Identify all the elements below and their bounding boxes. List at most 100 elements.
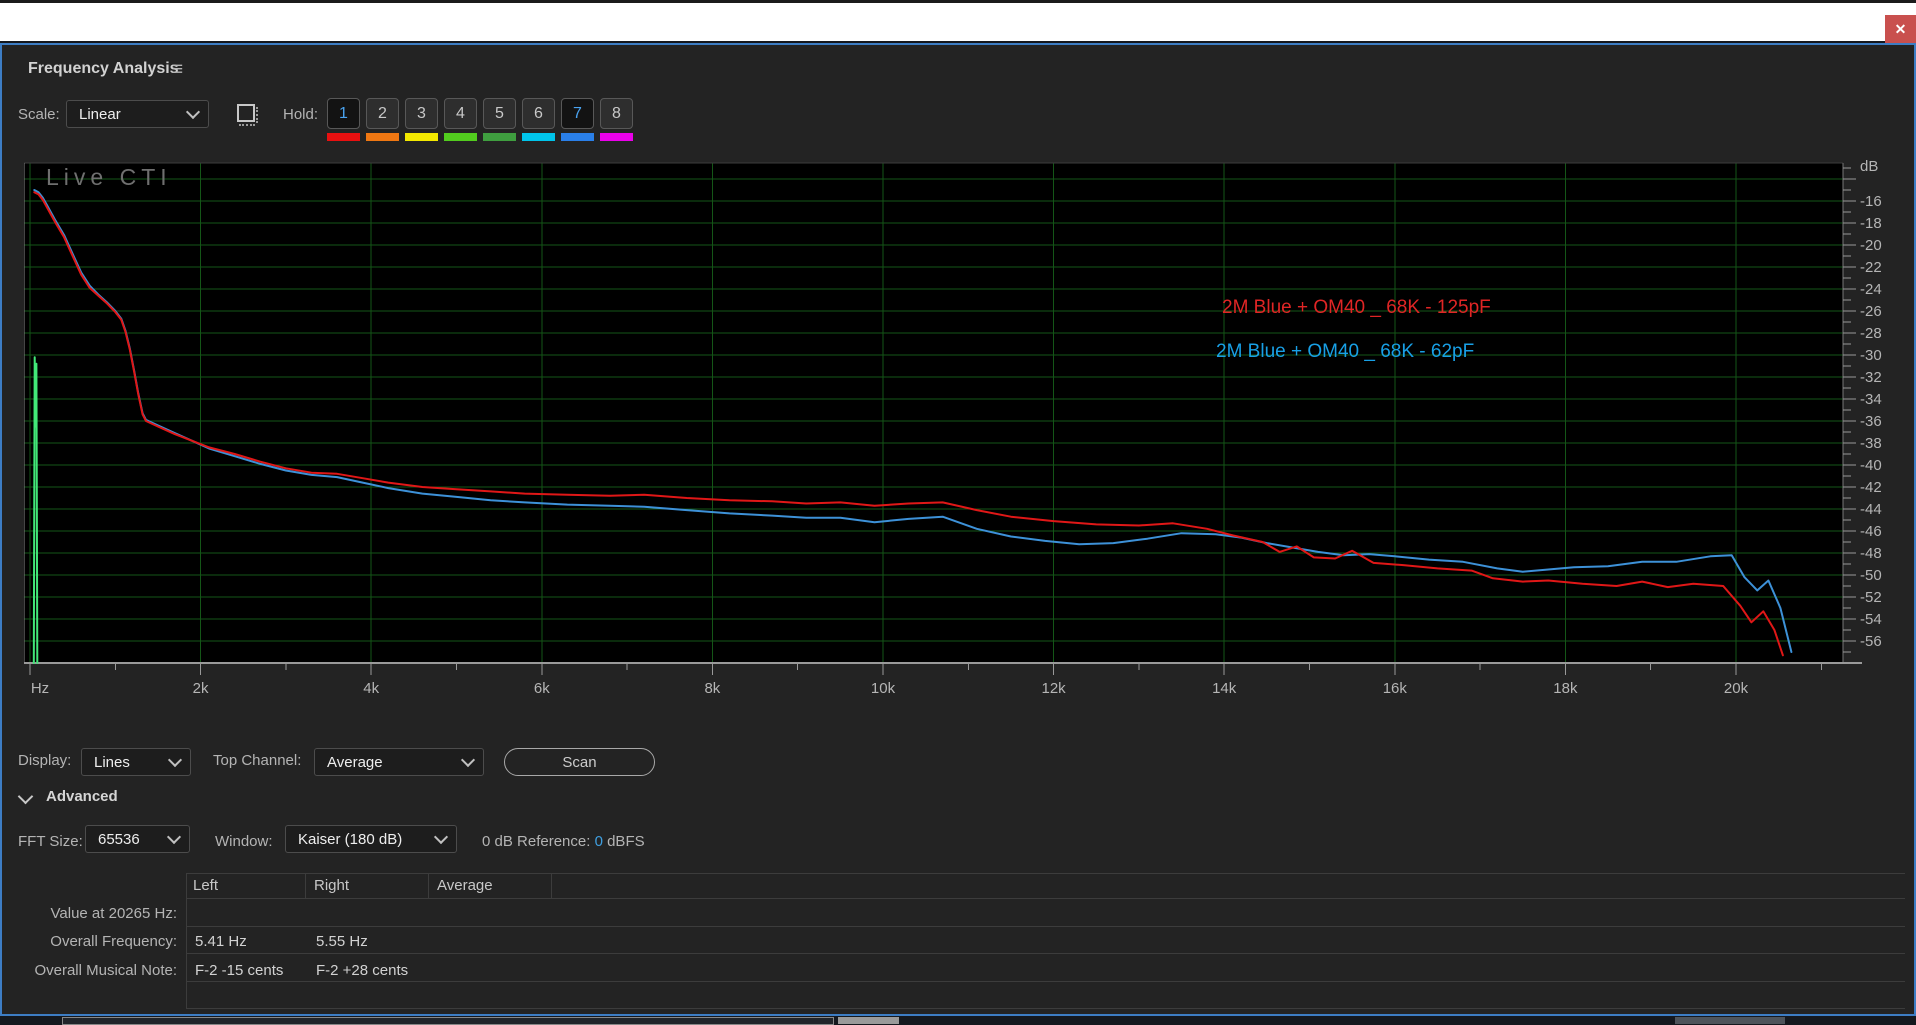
- advanced-section-toggle[interactable]: Advanced: [46, 788, 118, 805]
- y-tick-label: -24: [1860, 281, 1882, 298]
- y-tick-label: -42: [1860, 479, 1882, 496]
- x-tick-label: Hz: [31, 680, 49, 697]
- y-tick-label: -16: [1860, 193, 1882, 210]
- x-tick-label: 8k: [704, 680, 720, 697]
- hold-button-2[interactable]: 2: [366, 98, 399, 129]
- hold-button-7[interactable]: 7: [561, 98, 594, 129]
- table-header-left: Left: [193, 877, 218, 894]
- table-divider: [186, 873, 1905, 874]
- hold-color-strip-6: [522, 133, 555, 141]
- x-tick-label: 20k: [1724, 680, 1749, 697]
- y-tick-label: -50: [1860, 567, 1882, 584]
- table-cell-left: 5.41 Hz: [195, 933, 247, 950]
- chevron-down-icon: [461, 753, 475, 767]
- table-divider: [186, 926, 1905, 927]
- hold-button-6[interactable]: 6: [522, 98, 555, 129]
- scrollbar-segment[interactable]: [838, 1017, 899, 1024]
- scan-button[interactable]: Scan: [504, 748, 655, 776]
- hold-color-strip-2: [366, 133, 399, 141]
- table-divider: [186, 873, 187, 1008]
- y-tick-label: -38: [1860, 435, 1882, 452]
- window-dropdown[interactable]: Kaiser (180 dB): [285, 825, 457, 853]
- hold-slot-4: 4: [444, 98, 477, 141]
- x-tick-label: 6k: [534, 680, 550, 697]
- hold-button-4[interactable]: 4: [444, 98, 477, 129]
- y-tick-label: -44: [1860, 501, 1882, 518]
- x-tick-label: 4k: [363, 680, 379, 697]
- y-tick-label: -28: [1860, 325, 1882, 342]
- y-tick-label: -20: [1860, 237, 1882, 254]
- y-tick-label: -56: [1860, 633, 1882, 650]
- reference-unit: dBFS: [607, 833, 645, 850]
- hold-button-8[interactable]: 8: [600, 98, 633, 129]
- scale-dropdown[interactable]: Linear: [66, 100, 209, 128]
- y-tick-label: -32: [1860, 369, 1882, 386]
- x-tick-label: 14k: [1212, 680, 1237, 697]
- table-divider: [428, 873, 429, 898]
- hold-color-strip-4: [444, 133, 477, 141]
- fft-size-value: 65536: [98, 831, 140, 848]
- y-tick-label: -18: [1860, 215, 1882, 232]
- snapshot-dots-icon: [256, 107, 258, 123]
- horizontal-scrollbar[interactable]: [62, 1017, 834, 1025]
- hold-button-5[interactable]: 5: [483, 98, 516, 129]
- hold-slot-5: 5: [483, 98, 516, 141]
- hold-slot-2: 2: [366, 98, 399, 141]
- hold-button-3[interactable]: 3: [405, 98, 438, 129]
- y-tick-label: -54: [1860, 611, 1882, 628]
- hold-color-strip-8: [600, 133, 633, 141]
- panel-title: Frequency Analysis: [28, 60, 179, 78]
- chevron-down-icon: [186, 105, 200, 119]
- table-divider: [186, 953, 1905, 954]
- top-channel-label: Top Channel:: [213, 752, 301, 769]
- table-divider: [186, 1008, 1905, 1009]
- table-row-label: Overall Frequency:: [0, 933, 177, 950]
- chevron-down-icon: [434, 830, 448, 844]
- hold-slot-7: 7: [561, 98, 594, 141]
- y-tick-label: -46: [1860, 523, 1882, 540]
- fft-size-dropdown[interactable]: 65536: [85, 825, 190, 853]
- hold-label: Hold:: [283, 106, 318, 123]
- scrollbar-segment[interactable]: [1675, 1017, 1785, 1024]
- hold-slot-3: 3: [405, 98, 438, 141]
- reference-label: 0 dB Reference: 0 dBFS: [482, 833, 645, 850]
- reference-value[interactable]: 0: [595, 833, 603, 850]
- panel-menu-icon[interactable]: ≡: [172, 60, 183, 79]
- table-cell-left: F-2 -15 cents: [195, 962, 283, 979]
- table-cell-right: F-2 +28 cents: [316, 962, 408, 979]
- y-tick-label: -52: [1860, 589, 1882, 606]
- y-tick-label: -48: [1860, 545, 1882, 562]
- display-value: Lines: [94, 754, 130, 771]
- table-cell-right: 5.55 Hz: [316, 933, 368, 950]
- bottom-scrollbar-strip: [0, 1016, 1916, 1025]
- display-label: Display:: [18, 752, 71, 769]
- display-dropdown[interactable]: Lines: [81, 748, 191, 776]
- table-row-label: Value at 20265 Hz:: [0, 905, 177, 922]
- advanced-chevron-icon[interactable]: [18, 789, 34, 805]
- frequency-analysis-panel: Frequency Analysis ≡ Scale: Linear Hold:…: [0, 43, 1916, 1016]
- y-tick-label: -30: [1860, 347, 1882, 364]
- snapshot-icon[interactable]: [236, 101, 260, 127]
- y-tick-label: -26: [1860, 303, 1882, 320]
- frequency-plot[interactable]: -16-18-20-22-24-26-28-30-32-34-36-38-40-…: [24, 143, 1916, 703]
- table-row-label: Overall Musical Note:: [0, 962, 177, 979]
- hold-color-strip-7: [561, 133, 594, 141]
- hold-color-strip-1: [327, 133, 360, 141]
- snapshot-box-icon: [237, 104, 255, 122]
- live-cti-label: Live CTI: [46, 164, 172, 191]
- y-tick-label: -36: [1860, 413, 1882, 430]
- plot-background: [24, 163, 1843, 663]
- top-channel-dropdown[interactable]: Average: [314, 748, 484, 776]
- top-channel-value: Average: [327, 754, 383, 771]
- x-tick-label: 2k: [193, 680, 209, 697]
- x-tick-label: 18k: [1553, 680, 1578, 697]
- hold-button-1[interactable]: 1: [327, 98, 360, 129]
- annotation-red: 2M Blue + OM40 _ 68K - 125pF: [1222, 297, 1491, 319]
- hold-color-strip-5: [483, 133, 516, 141]
- close-button[interactable]: ✕: [1885, 15, 1916, 44]
- table-header-average: Average: [437, 877, 493, 894]
- chevron-down-icon: [168, 753, 182, 767]
- y-tick-label: -40: [1860, 457, 1882, 474]
- table-divider: [186, 981, 1905, 982]
- hold-buttons: 12345678: [327, 98, 633, 141]
